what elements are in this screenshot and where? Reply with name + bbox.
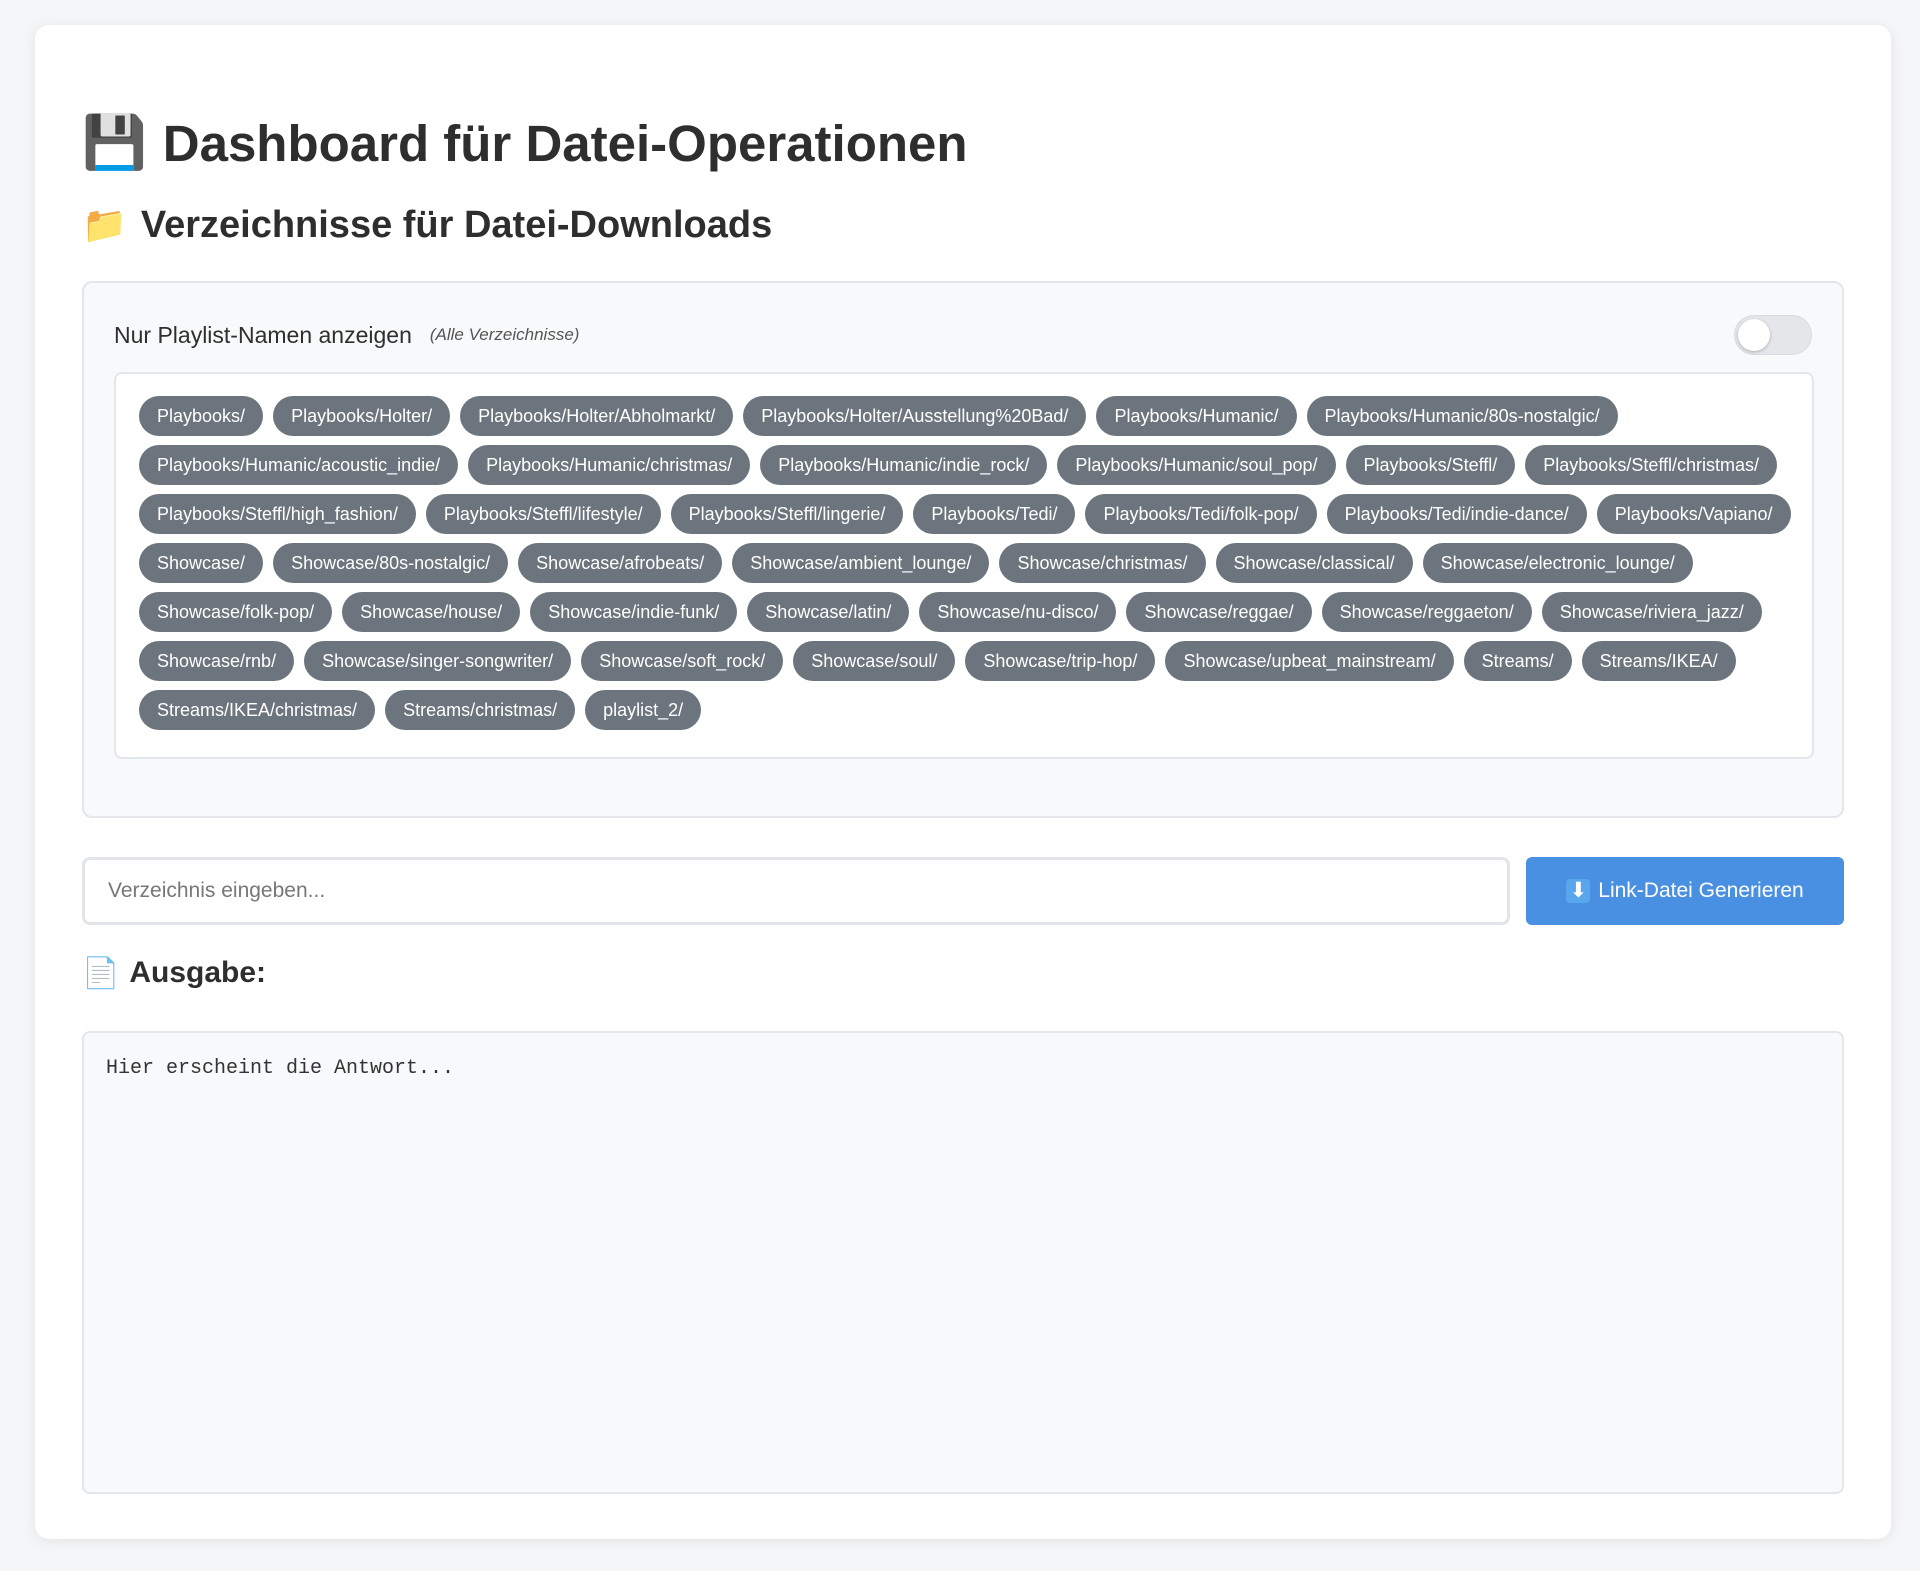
download-arrow-icon: ⬇ — [1566, 879, 1591, 903]
playlist-only-toggle[interactable] — [1734, 315, 1812, 355]
filter-label: Nur Playlist-Namen anzeigen — [114, 321, 412, 348]
directory-tag[interactable]: playlist_2/ — [585, 690, 702, 730]
directory-tag[interactable]: Showcase/christmas/ — [999, 543, 1206, 583]
directory-tag[interactable]: Streams/IKEA/christmas/ — [139, 690, 376, 730]
toggle-knob — [1738, 319, 1770, 351]
directory-tag[interactable]: Playbooks/Steffl/christmas/ — [1525, 445, 1778, 485]
directory-tag[interactable]: Playbooks/ — [139, 396, 264, 436]
directory-tag[interactable]: Playbooks/Humanic/80s-nostalgic/ — [1306, 396, 1618, 436]
main-card: 💾 Dashboard für Datei-Operationen 📁 Verz… — [35, 25, 1891, 1539]
directory-input[interactable] — [82, 857, 1510, 925]
generate-button-label: Link-Datei Generieren — [1598, 879, 1804, 902]
directory-tag[interactable]: Showcase/electronic_lounge/ — [1422, 543, 1693, 583]
directory-tag[interactable]: Showcase/trip-hop/ — [965, 641, 1156, 681]
directory-tag[interactable]: Showcase/ — [139, 543, 264, 583]
directory-tag[interactable]: Playbooks/Steffl/lingerie/ — [670, 494, 904, 534]
directory-tag[interactable]: Showcase/nu-disco/ — [919, 592, 1117, 632]
directory-tag[interactable]: Playbooks/Humanic/christmas/ — [468, 445, 751, 485]
page-title: 💾 Dashboard für Datei-Operationen — [82, 25, 1844, 183]
document-icon: 📄 — [82, 956, 120, 990]
floppy-disk-icon: 💾 — [82, 114, 147, 172]
output-heading-text: Ausgabe: — [129, 956, 267, 989]
output-heading: 📄 Ausgabe: — [82, 953, 1844, 993]
directory-tag[interactable]: Playbooks/Tedi/indie-dance/ — [1326, 494, 1587, 534]
directory-tag[interactable]: Showcase/reggae/ — [1126, 592, 1312, 632]
directory-tag[interactable]: Showcase/ambient_lounge/ — [732, 543, 990, 583]
output-box: Hier erscheint die Antwort... — [82, 1031, 1844, 1494]
directory-tag[interactable]: Streams/IKEA/ — [1581, 641, 1736, 681]
directory-tag[interactable]: Playbooks/Humanic/ — [1096, 396, 1297, 436]
directory-tag[interactable]: Showcase/soft_rock/ — [581, 641, 784, 681]
directory-tag[interactable]: Playbooks/Steffl/ — [1345, 445, 1516, 485]
directory-tag[interactable]: Showcase/afrobeats/ — [518, 543, 723, 583]
section-title-directories: 📁 Verzeichnisse für Datei-Downloads — [82, 197, 1844, 253]
folder-icon: 📁 — [82, 204, 127, 245]
directory-tag[interactable]: Playbooks/Tedi/folk-pop/ — [1085, 494, 1317, 534]
filter-hint: (Alle Verzeichnisse) — [429, 325, 580, 344]
directory-tag[interactable]: Showcase/folk-pop/ — [139, 592, 333, 632]
generate-link-file-button[interactable]: ⬇ Link-Datei Generieren — [1526, 857, 1844, 925]
directory-tag[interactable]: Showcase/house/ — [342, 592, 521, 632]
directory-tag[interactable]: Showcase/soul/ — [793, 641, 956, 681]
directory-tag[interactable]: Playbooks/Humanic/soul_pop/ — [1057, 445, 1336, 485]
directory-tag[interactable]: Playbooks/Holter/Abholmarkt/ — [460, 396, 734, 436]
generate-row: ⬇ Link-Datei Generieren — [82, 857, 1844, 925]
directory-tag[interactable]: Streams/christmas/ — [385, 690, 576, 730]
directory-tag[interactable]: Showcase/rnb/ — [139, 641, 295, 681]
directory-tag[interactable]: Streams/ — [1463, 641, 1572, 681]
directory-tag[interactable]: Playbooks/Tedi/ — [913, 494, 1076, 534]
directory-panel: Nur Playlist-Namen anzeigen (Alle Verzei… — [82, 281, 1844, 818]
directory-tag[interactable]: Showcase/indie-funk/ — [530, 592, 738, 632]
directory-tag[interactable]: Playbooks/Steffl/lifestyle/ — [425, 494, 661, 534]
directory-tag[interactable]: Showcase/latin/ — [747, 592, 910, 632]
directory-tag[interactable]: Playbooks/Vapiano/ — [1596, 494, 1791, 534]
directory-tag[interactable]: Playbooks/Humanic/acoustic_indie/ — [139, 445, 459, 485]
directory-tag[interactable]: Playbooks/Humanic/indie_rock/ — [760, 445, 1048, 485]
directory-tag-list: Playbooks/Playbooks/Holter/Playbooks/Hol… — [114, 372, 1814, 759]
directory-tag[interactable]: Showcase/singer-songwriter/ — [304, 641, 572, 681]
filter-row: Nur Playlist-Namen anzeigen (Alle Verzei… — [114, 314, 1812, 356]
directory-tag[interactable]: Playbooks/Steffl/high_fashion/ — [139, 494, 416, 534]
directory-tag[interactable]: Showcase/upbeat_mainstream/ — [1165, 641, 1454, 681]
directory-tag[interactable]: Showcase/riviera_jazz/ — [1541, 592, 1762, 632]
directory-tag[interactable]: Showcase/80s-nostalgic/ — [273, 543, 509, 583]
page-title-text: Dashboard für Datei-Operationen — [162, 114, 968, 172]
directory-tag[interactable]: Showcase/reggaeton/ — [1321, 592, 1532, 632]
section-title-text: Verzeichnisse für Datei-Downloads — [140, 203, 773, 246]
directory-tag[interactable]: Playbooks/Holter/ — [273, 396, 451, 436]
directory-tag[interactable]: Playbooks/Holter/Ausstellung%20Bad/ — [743, 396, 1087, 436]
directory-tag[interactable]: Showcase/classical/ — [1215, 543, 1413, 583]
